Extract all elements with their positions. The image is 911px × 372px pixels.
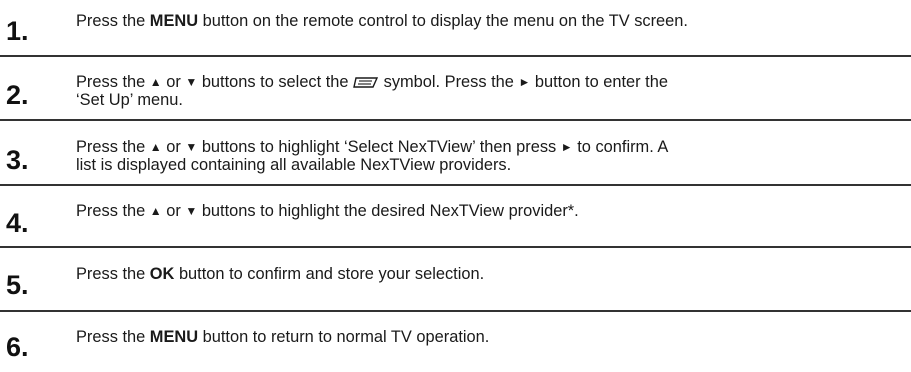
step-text: Press the OK button to confirm and store… [76, 265, 485, 283]
down-arrow-icon: ▼ [185, 140, 198, 154]
step-number: 4. [6, 208, 29, 238]
step-text: Press the ▲ or ▼ buttons to select the s… [76, 73, 668, 109]
menu-button-label: MENU [149, 328, 199, 346]
step-text: Press the ▲ or ▼ buttons to highlight ‘S… [76, 138, 669, 174]
down-arrow-icon: ▼ [185, 204, 198, 218]
step-number: 3. [6, 145, 29, 175]
right-arrow-icon: ► [518, 75, 531, 89]
down-arrow-icon: ▼ [185, 75, 198, 89]
divider [0, 310, 911, 312]
up-arrow-icon: ▲ [149, 204, 162, 218]
step-number: 1. [6, 16, 29, 46]
instruction-steps: 1. Press the MENU button on the remote c… [0, 0, 911, 372]
divider [0, 119, 911, 121]
step-number: 2. [6, 80, 29, 110]
divider [0, 184, 911, 186]
menu-button-label: MENU [149, 12, 199, 30]
ok-button-label: OK [149, 265, 175, 283]
divider [0, 246, 911, 248]
setup-symbol-icon [353, 77, 379, 88]
right-arrow-icon: ► [560, 140, 573, 154]
divider [0, 55, 911, 57]
step-number: 5. [6, 270, 29, 300]
up-arrow-icon: ▲ [149, 75, 162, 89]
step-text: Press the ▲ or ▼ buttons to highlight th… [76, 202, 579, 220]
up-arrow-icon: ▲ [149, 140, 162, 154]
step-text: Press the MENU button to return to norma… [76, 328, 490, 346]
step-text: Press the MENU button on the remote cont… [76, 12, 688, 30]
step-number: 6. [6, 332, 29, 362]
